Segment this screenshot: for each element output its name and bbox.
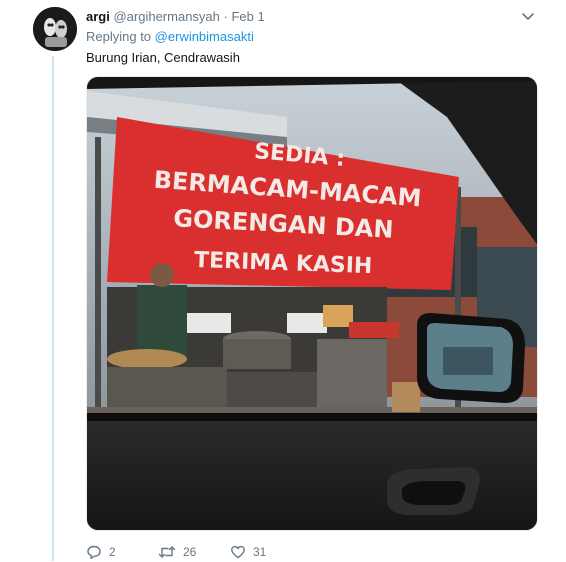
replying-to: Replying to @erwinbimasakti	[86, 29, 254, 44]
chevron-down-icon[interactable]	[520, 8, 536, 24]
photo-car-window-food-stall: SEDIA : BERMACAM-MACAM GORENGAN DAN TERI…	[87, 77, 537, 530]
replying-to-mention[interactable]: @erwinbimasakti	[155, 29, 254, 44]
retweet-icon	[158, 546, 176, 558]
header-separator: ·	[223, 9, 228, 24]
tweet-text: Burung Irian, Cendrawasih	[86, 50, 240, 65]
retweet-button[interactable]: 26	[158, 544, 230, 560]
reply-count: 2	[109, 545, 116, 559]
retweet-count: 26	[183, 545, 197, 559]
heart-icon	[231, 545, 245, 559]
avatar-image	[33, 7, 77, 51]
tweet-header: argi @argihermansyah · Feb 1	[86, 8, 536, 26]
reply-icon	[87, 545, 101, 559]
thread-connector-line	[52, 56, 54, 561]
avatar[interactable]	[33, 7, 77, 51]
user-handle[interactable]: @argihermansyah	[113, 9, 219, 24]
reply-button[interactable]: 2	[86, 544, 158, 560]
like-button[interactable]: 31	[230, 544, 266, 560]
tweet-photo[interactable]: SEDIA : BERMACAM-MACAM GORENGAN DAN TERI…	[86, 76, 538, 531]
like-count: 31	[253, 545, 267, 559]
replying-to-label: Replying to	[86, 29, 152, 44]
display-name[interactable]: argi	[86, 9, 110, 24]
tweet-actions: 2 26 31	[86, 542, 266, 562]
tweet-date[interactable]: Feb 1	[231, 9, 264, 24]
